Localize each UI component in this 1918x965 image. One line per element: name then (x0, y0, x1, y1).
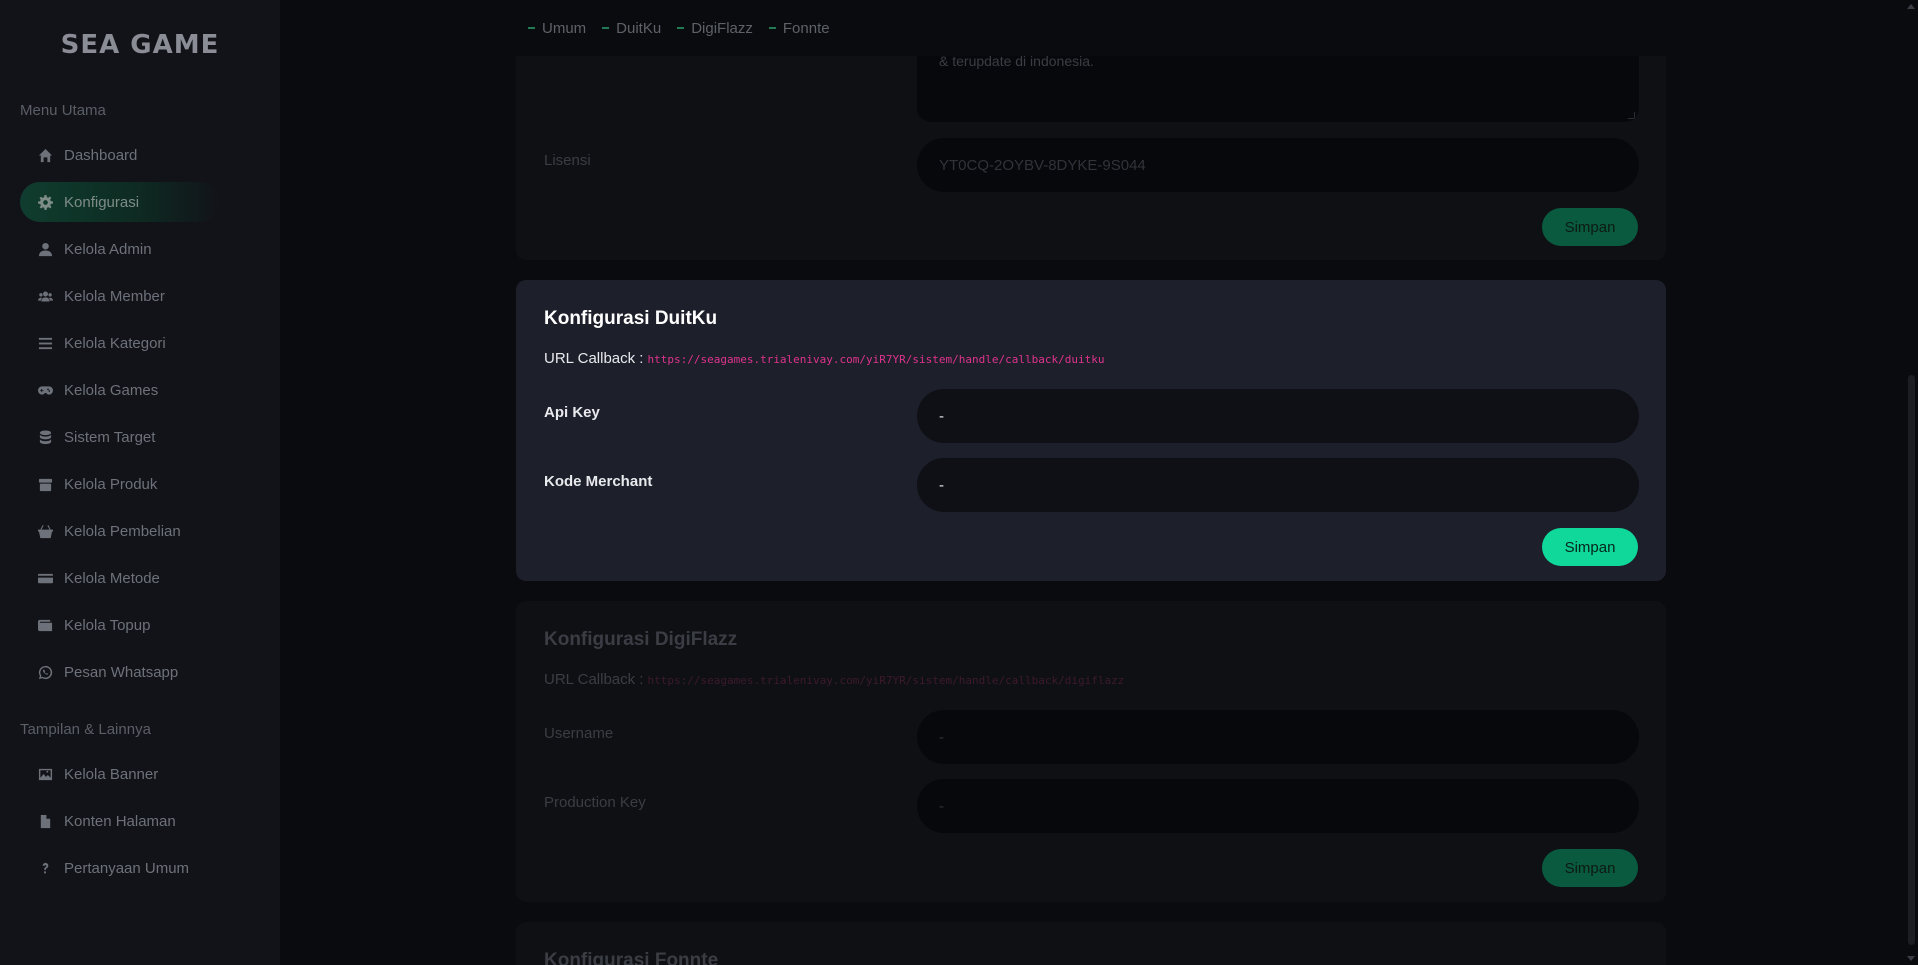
user-icon (36, 240, 54, 258)
sidebar-item-kelola-admin[interactable]: Kelola Admin (20, 229, 220, 269)
card-digiflazz: Konfigurasi DigiFlazz URL Callback : htt… (516, 601, 1666, 902)
sidebar-item-dashboard[interactable]: Dashboard (20, 135, 220, 175)
sidebar-item-label: Kelola Admin (64, 240, 152, 258)
sidebar-item-label: Kelola Banner (64, 765, 159, 783)
wallet-icon (36, 616, 54, 634)
question-icon (36, 859, 54, 877)
gear-icon (36, 193, 54, 211)
basket-icon (36, 522, 54, 540)
card-fonnte: Konfigurasi Fonnte (516, 922, 1666, 965)
card-title-fonnte: Konfigurasi Fonnte (544, 950, 719, 965)
tab-digiflazz[interactable]: DigiFlazz (677, 20, 753, 37)
callback-url: https://seagames.trialenivay.com/yiR7YR/… (647, 674, 1125, 687)
save-button-umum[interactable]: Simpan (1542, 208, 1638, 246)
gamepad-icon (36, 381, 54, 399)
section-title-other: Tampilan & Lainnya (20, 721, 151, 738)
list-icon (36, 334, 54, 352)
tab-label: DigiFlazz (691, 19, 753, 37)
config-tabs: Umum DuitKu DigiFlazz Fonnte (516, 0, 1666, 56)
sidebar-item-label: Pertanyaan Umum (64, 859, 190, 877)
save-button-duitku[interactable]: Simpan (1542, 528, 1638, 566)
sidebar-item-label: Kelola Pembelian (64, 522, 181, 540)
dash-icon (528, 27, 535, 29)
whatsapp-icon (36, 663, 54, 681)
dash-icon (677, 27, 685, 29)
sidebar-item-kelola-metode[interactable]: Kelola Metode (20, 558, 220, 598)
api-key-label: Api Key (544, 404, 600, 421)
tab-fonnte[interactable]: Fonnte (768, 19, 830, 37)
sidebar-item-kelola-topup[interactable]: Kelola Topup (20, 605, 220, 645)
sidebar-item-kelola-banner[interactable]: Kelola Banner (20, 754, 220, 794)
description-textarea[interactable]: & terupdate di indonesia. (917, 50, 1639, 122)
sidebar-item-label: Konten Halaman (64, 812, 176, 830)
callback-url: https://seagames.trialenivay.com/yiR7YR/… (647, 353, 1105, 366)
sidebar-item-sistem-target[interactable]: Sistem Target (20, 417, 220, 457)
sidebar-item-label: Kelola Games (64, 381, 159, 399)
sidebar-item-label: Pesan Whatsapp (64, 663, 179, 681)
tab-label: Fonnte (782, 19, 830, 37)
license-input[interactable] (917, 138, 1639, 192)
sidebar-item-kelola-member[interactable]: Kelola Member (20, 276, 220, 316)
tab-label: DuitKu (616, 19, 662, 37)
scroll-thumb[interactable] (1908, 375, 1915, 945)
sidebar-item-konfigurasi[interactable]: Konfigurasi (20, 182, 220, 222)
file-icon (36, 812, 54, 830)
merchant-code-input[interactable] (917, 458, 1639, 512)
box-icon (36, 475, 54, 493)
section-title-main: Menu Utama (20, 102, 106, 119)
sidebar-item-kelola-kategori[interactable]: Kelola Kategori (20, 323, 220, 363)
tab-duitku[interactable]: DuitKu (602, 20, 661, 37)
card-title-digiflazz: Konfigurasi DigiFlazz (544, 629, 738, 650)
database-icon (36, 428, 54, 446)
card-title-duitku: Konfigurasi DuitKu (544, 308, 718, 329)
production-key-input[interactable] (917, 779, 1639, 833)
app-logo[interactable]: SEA GAME (0, 30, 280, 60)
sidebar-item-label: Kelola Member (64, 287, 165, 305)
sidebar-item-label: Kelola Produk (64, 475, 158, 493)
sidebar-item-pesan-whatsapp[interactable]: Pesan Whatsapp (20, 652, 220, 692)
sidebar-item-kelola-games[interactable]: Kelola Games (20, 370, 220, 410)
license-label: Lisensi (544, 152, 591, 169)
scroll-up-icon[interactable] (1907, 4, 1915, 9)
credit-card-icon (36, 569, 54, 587)
tab-label: Umum (542, 19, 587, 37)
sidebar-item-label: Kelola Kategori (64, 334, 166, 352)
save-button-digiflazz[interactable]: Simpan (1542, 849, 1638, 887)
callback-row-duitku: URL Callback : https://seagames.trialeni… (544, 350, 1104, 367)
sidebar-item-label: Dashboard (64, 146, 138, 164)
production-key-label: Production Key (544, 794, 646, 811)
sidebar-item-label: Sistem Target (64, 428, 156, 446)
sidebar-item-kelola-pembelian[interactable]: Kelola Pembelian (20, 511, 220, 551)
resize-handle-icon[interactable] (1628, 112, 1635, 119)
users-icon (36, 287, 54, 305)
scroll-down-icon[interactable] (1907, 956, 1915, 961)
sidebar-item-pertanyaan-umum[interactable]: Pertanyaan Umum (20, 848, 220, 888)
dash-icon (602, 27, 610, 29)
dash-icon (768, 27, 776, 29)
card-duitku: Konfigurasi DuitKu URL Callback : https:… (516, 280, 1666, 581)
sidebar-item-label: Konfigurasi (64, 193, 140, 211)
tab-umum[interactable]: Umum (528, 20, 586, 37)
sidebar-item-label: Kelola Metode (64, 569, 160, 587)
image-icon (36, 765, 54, 783)
merchant-code-label: Kode Merchant (544, 473, 653, 490)
sidebar-item-kelola-produk[interactable]: Kelola Produk (20, 464, 220, 504)
callback-label: URL Callback : (544, 671, 644, 688)
callback-row-digiflazz: URL Callback : https://seagames.trialeni… (544, 671, 1124, 688)
sidebar: SEA GAME Menu Utama Dashboard Konfiguras… (0, 0, 280, 965)
page-scrollbar[interactable] (1904, 0, 1918, 965)
callback-label: URL Callback : (544, 350, 644, 367)
sidebar-item-label: Kelola Topup (64, 616, 151, 634)
home-icon (36, 146, 54, 164)
api-key-input[interactable] (917, 389, 1639, 443)
username-label: Username (544, 725, 614, 742)
sidebar-item-konten-halaman[interactable]: Konten Halaman (20, 801, 220, 841)
username-input[interactable] (917, 710, 1639, 764)
